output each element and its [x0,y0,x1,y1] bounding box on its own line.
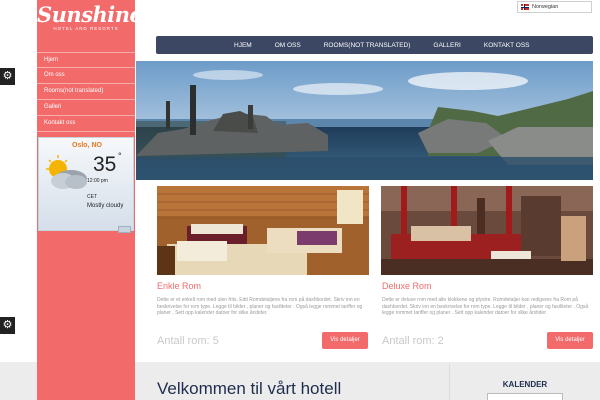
weather-temperature: 35 [93,153,117,176]
room-count-label: Antall rom: [382,335,435,347]
room-image-deluxe[interactable] [381,186,593,275]
nav-item-galleri[interactable]: GALLERI [433,42,460,49]
view-details-button-enkle[interactable]: Vis detaljer [322,332,368,349]
brand-name: Sunshine [37,2,143,27]
room-count-value: 2 [437,335,444,347]
sidebar-item-galleri[interactable]: Galleri [37,100,135,116]
room-description-enkle: Dette er et enkelt rom med ulen frits. E… [157,297,363,317]
language-select[interactable]: Norwegian [517,1,592,13]
sidebar-item-hjem[interactable]: Hjem [37,52,135,68]
nav-item-kontakt-oss[interactable]: KONTAKT OSS [484,42,530,49]
gear-icon[interactable]: ⚙ [0,68,15,85]
brand-logo[interactable]: Sunshine HOTEL AND RESORTS [37,2,143,38]
gear-icon[interactable]: ⚙ [0,317,15,334]
nav-item-rooms[interactable]: ROOMS(NOT TRANSLATED) [324,42,411,49]
room-title-enkle[interactable]: Enkle Rom [157,281,201,291]
room-title-deluxe[interactable]: Deluxe Rom [382,281,432,291]
weather-condition: Mostly cloudy [87,203,124,209]
calendar-widget[interactable] [487,393,563,400]
sidebar-item-om-oss[interactable]: Om oss [37,68,135,84]
language-selected-value: Norwegian [532,4,559,10]
sidebar-item-rooms[interactable]: Rooms(not translated) [37,84,135,100]
view-details-button-deluxe[interactable]: Vis detaljer [547,332,593,349]
norway-flag-icon [521,4,529,10]
weather-degree-symbol: ° [118,151,122,161]
room-count-deluxe: Antall rom: 2 [382,335,444,347]
room-description-deluxe: Dette er deluxe rom med alle klokkene og… [382,297,589,317]
weather-widget: Oslo, NO 35 ° 12:00 pm CET Mostly cloudy [38,137,134,231]
weather-city: Oslo, NO [72,142,102,149]
nav-item-hjem[interactable]: HJEM [234,42,252,49]
room-count-enkle: Antall rom: 5 [157,335,219,347]
weather-timezone: CET [87,194,97,200]
room-count-value: 5 [212,335,219,347]
weather-expand-button[interactable] [118,226,131,233]
weather-time: 12:00 pm [87,178,108,184]
sidebar-nav: Hjem Om oss Rooms(not translated) Galler… [37,52,135,132]
room-image-enkle[interactable] [157,186,369,275]
top-nav: HJEM OM OSS ROOMS(NOT TRANSLATED) GALLER… [156,36,593,54]
calendar-title: KALENDER [502,380,548,389]
sidebar-item-kontakt-oss[interactable]: Kontakt oss [37,116,135,132]
welcome-heading: Velkommen til vårt hotell [157,379,342,398]
partly-cloudy-icon [43,154,91,192]
room-count-label: Antall rom: [157,335,210,347]
nav-item-om-oss[interactable]: OM OSS [275,42,301,49]
